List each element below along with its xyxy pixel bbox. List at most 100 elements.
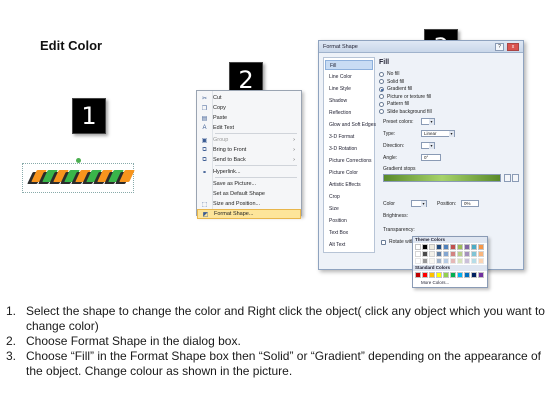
fill-option-solid-fill[interactable]: Solid fill bbox=[379, 79, 404, 85]
close-button[interactable]: x bbox=[507, 43, 519, 51]
color-swatch[interactable] bbox=[429, 244, 435, 250]
fill-option-gradient-fill[interactable]: Gradient fill bbox=[379, 86, 412, 92]
fill-option-slide-background-fill[interactable]: Slide background fill bbox=[379, 109, 432, 115]
color-swatch-shade[interactable] bbox=[464, 251, 470, 257]
remove-stop-button[interactable] bbox=[512, 174, 519, 182]
color-swatch[interactable] bbox=[478, 244, 484, 250]
color-swatch-shade[interactable] bbox=[415, 258, 421, 264]
color-swatch[interactable] bbox=[436, 244, 442, 250]
preset-colors-dropdown[interactable]: ▾ bbox=[421, 118, 435, 125]
nav-item-shadow[interactable]: Shadow bbox=[325, 96, 373, 106]
fill-option-picture-or-texture-fill[interactable]: Picture or texture fill bbox=[379, 94, 431, 100]
step-text: Select the shape to change the color and… bbox=[26, 304, 545, 333]
fill-option-label: Picture or texture fill bbox=[387, 93, 432, 100]
nav-item-3-d-rotation[interactable]: 3-D Rotation bbox=[325, 144, 373, 154]
color-swatch[interactable] bbox=[415, 272, 421, 278]
color-swatch[interactable] bbox=[415, 244, 421, 250]
position-input[interactable]: 0% bbox=[461, 200, 479, 207]
color-swatch[interactable] bbox=[429, 272, 435, 278]
color-swatch[interactable] bbox=[422, 244, 428, 250]
color-swatch-shade[interactable] bbox=[436, 258, 442, 264]
color-swatch-shade[interactable] bbox=[457, 251, 463, 257]
menu-separator bbox=[215, 133, 297, 134]
color-swatch-shade[interactable] bbox=[422, 258, 428, 264]
color-swatch[interactable] bbox=[471, 244, 477, 250]
send-back-icon: ⧉ bbox=[202, 156, 207, 163]
menu-item-paste[interactable]: ▤ Paste bbox=[197, 113, 301, 123]
menu-item-cut[interactable]: ✂ Cut bbox=[197, 93, 301, 103]
color-swatch-shade[interactable] bbox=[450, 251, 456, 257]
color-swatch[interactable] bbox=[464, 272, 470, 278]
submenu-arrow-icon: › bbox=[293, 157, 295, 163]
color-swatch[interactable] bbox=[478, 272, 484, 278]
nav-item-3-d-format[interactable]: 3-D Format bbox=[325, 132, 373, 142]
nav-item-glow-and-soft-edges[interactable]: Glow and Soft Edges bbox=[325, 120, 376, 130]
menu-item-format-shape[interactable]: ◩ Format Shape... bbox=[197, 209, 301, 219]
nav-item-position[interactable]: Position bbox=[325, 216, 373, 226]
color-swatch-shade[interactable] bbox=[450, 258, 456, 264]
color-swatch-shade[interactable] bbox=[443, 251, 449, 257]
angle-input[interactable]: 0° bbox=[421, 154, 441, 161]
menu-item-label: Copy bbox=[213, 105, 226, 111]
color-swatch[interactable] bbox=[436, 272, 442, 278]
fill-option-no-fill[interactable]: No fill bbox=[379, 71, 400, 77]
color-picker-button[interactable]: ▾ bbox=[411, 200, 427, 207]
menu-item-bring-to-front[interactable]: ⧉ Bring to Front › bbox=[197, 145, 301, 155]
color-swatch[interactable] bbox=[443, 272, 449, 278]
color-swatch[interactable] bbox=[450, 272, 456, 278]
color-swatch[interactable] bbox=[422, 272, 428, 278]
more-colors-link[interactable]: More Colors... bbox=[421, 280, 449, 286]
color-swatch-shade[interactable] bbox=[457, 258, 463, 264]
menu-item-copy[interactable]: ❐ Copy bbox=[197, 103, 301, 113]
step-number: 3. bbox=[6, 349, 17, 363]
color-swatch[interactable] bbox=[471, 272, 477, 278]
color-swatch[interactable] bbox=[457, 272, 463, 278]
nav-item-size[interactable]: Size bbox=[325, 204, 373, 214]
color-swatch-shade[interactable] bbox=[478, 251, 484, 257]
menu-item-hyperlink[interactable]: ⚭ Hyperlink... bbox=[197, 167, 301, 177]
nav-item-text-box[interactable]: Text Box bbox=[325, 228, 373, 238]
direction-dropdown[interactable]: ▾ bbox=[421, 142, 435, 149]
nav-item-line-style[interactable]: Line Style bbox=[325, 84, 373, 94]
color-swatch[interactable] bbox=[450, 244, 456, 250]
color-swatch-shade[interactable] bbox=[471, 251, 477, 257]
menu-item-size-and-position[interactable]: ⬚ Size and Position... bbox=[197, 199, 301, 209]
gradient-stops-bar[interactable] bbox=[383, 174, 501, 182]
menu-item-label: Save as Picture... bbox=[213, 181, 257, 187]
fill-option-label: No fill bbox=[387, 71, 400, 77]
color-swatch-shade[interactable] bbox=[415, 251, 421, 257]
nav-item-reflection[interactable]: Reflection bbox=[325, 108, 373, 118]
menu-item-save-as-picture[interactable]: Save as Picture... bbox=[197, 179, 301, 189]
color-swatch-shade[interactable] bbox=[478, 258, 484, 264]
color-swatch-shade[interactable] bbox=[436, 251, 442, 257]
nav-item-alt-text[interactable]: Alt Text bbox=[325, 240, 373, 250]
radio-button bbox=[379, 109, 384, 114]
color-swatch-shade[interactable] bbox=[443, 258, 449, 264]
menu-item-label: Send to Back bbox=[213, 157, 246, 163]
color-swatch[interactable] bbox=[464, 244, 470, 250]
nav-item-crop[interactable]: Crop bbox=[325, 192, 373, 202]
gradient-stops-label: Gradient stops bbox=[383, 166, 416, 172]
color-swatch-shade[interactable] bbox=[471, 258, 477, 264]
color-swatch-shade[interactable] bbox=[429, 251, 435, 257]
color-swatch[interactable] bbox=[443, 244, 449, 250]
menu-item-send-to-back[interactable]: ⧉ Send to Back › bbox=[197, 155, 301, 165]
fill-option-pattern-fill[interactable]: Pattern fill bbox=[379, 101, 409, 107]
menu-item-set-as-default-shape[interactable]: Set as Default Shape bbox=[197, 189, 301, 199]
rotation-handle[interactable] bbox=[76, 158, 81, 163]
hyperlink-icon: ⚭ bbox=[201, 169, 208, 176]
menu-item-group[interactable]: ▣ Group › bbox=[197, 135, 301, 145]
nav-item-line-color[interactable]: Line Color bbox=[325, 72, 373, 82]
type-dropdown[interactable]: Linear ▾ bbox=[421, 130, 455, 137]
color-swatch-shade[interactable] bbox=[464, 258, 470, 264]
color-swatch-shade[interactable] bbox=[429, 258, 435, 264]
menu-item-edit-text[interactable]: A Edit Text bbox=[197, 123, 301, 133]
color-swatch[interactable] bbox=[457, 244, 463, 250]
color-swatch-shade[interactable] bbox=[422, 251, 428, 257]
help-button[interactable]: ? bbox=[495, 43, 504, 51]
nav-item-picture-corrections[interactable]: Picture Corrections bbox=[325, 156, 373, 166]
nav-item-fill[interactable]: Fill bbox=[325, 60, 373, 70]
add-stop-button[interactable] bbox=[504, 174, 511, 182]
nav-item-picture-color[interactable]: Picture Color bbox=[325, 168, 373, 178]
nav-item-artistic-effects[interactable]: Artistic Effects bbox=[325, 180, 373, 190]
